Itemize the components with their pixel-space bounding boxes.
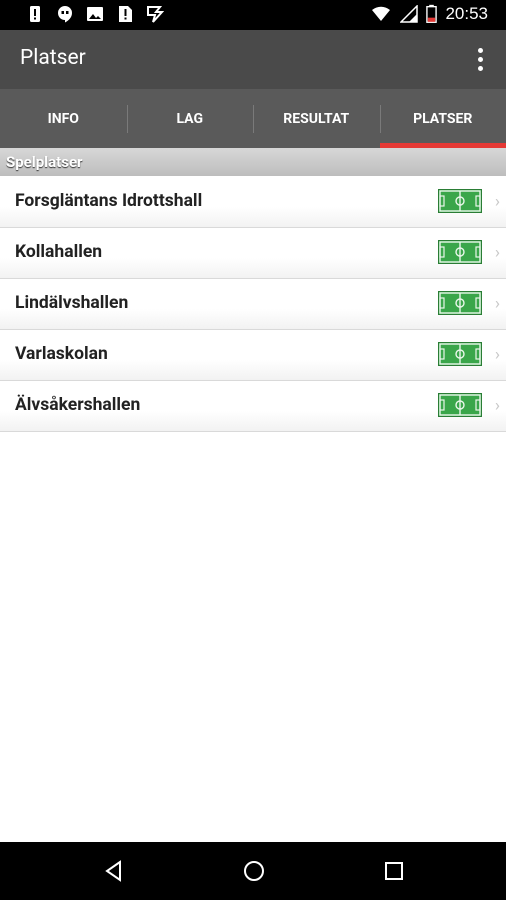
chevron-right-icon: › [494,192,500,212]
chevron-right-icon: › [494,345,500,365]
list-item[interactable]: Varlaskolan › [0,330,506,381]
tab-label: RESULTAT [283,110,350,127]
back-icon[interactable] [102,859,126,883]
field-icon [438,240,482,264]
home-icon[interactable] [242,859,266,883]
tab-info[interactable]: INFO [0,89,127,148]
recents-icon[interactable] [382,859,406,883]
clock: 20:53 [445,4,488,23]
venue-name: Älvsåkershallen [15,395,141,415]
venue-list: Forsgläntans Idrottshall › Kollahallen ›… [0,177,506,432]
list-item[interactable]: Lindälvshallen › [0,279,506,330]
chevron-right-icon: › [494,396,500,416]
chevron-right-icon: › [494,243,500,263]
field-icon [438,393,482,417]
tab-label: INFO [47,110,79,127]
page-title: Platser [20,46,86,70]
app-bar: Platser [0,30,506,89]
venue-name: Forsgläntans Idrottshall [15,191,203,211]
venue-name: Varlaskolan [15,344,108,364]
tab-resultat[interactable]: RESULTAT [253,89,380,148]
battery-low-icon [426,4,438,23]
play-store-icon [147,6,164,23]
navigation-bar [0,842,506,900]
system-icons: 20:53 [370,4,488,24]
status-bar: 20:53 [0,0,506,30]
tab-label: PLATSER [413,110,473,127]
venue-name: Kollahallen [15,242,103,262]
overflow-menu-icon[interactable] [476,48,484,74]
chevron-right-icon: › [494,294,500,314]
tab-lag[interactable]: LAG [126,89,254,148]
notification-icons [26,5,164,23]
wifi-icon [372,6,391,21]
list-item[interactable]: Älvsåkershallen › [0,381,506,432]
image-icon [87,7,103,21]
sim-alert-icon [119,6,132,22]
tab-bar: INFO LAG RESULTAT PLATSER [0,89,506,148]
tab-label: LAG [176,110,204,127]
signal-icon [400,5,419,23]
list-item[interactable]: Forsgläntans Idrottshall › [0,177,506,228]
field-icon [438,291,482,315]
list-item[interactable]: Kollahallen › [0,228,506,279]
section-title: Spelplatser [6,153,83,171]
alert-icon [30,6,40,22]
field-icon [438,189,482,213]
tab-platser[interactable]: PLATSER [379,89,506,148]
section-header: Spelplatser [0,148,506,176]
venue-name: Lindälvshallen [15,293,129,313]
field-icon [438,342,482,366]
hangouts-icon [58,6,72,23]
